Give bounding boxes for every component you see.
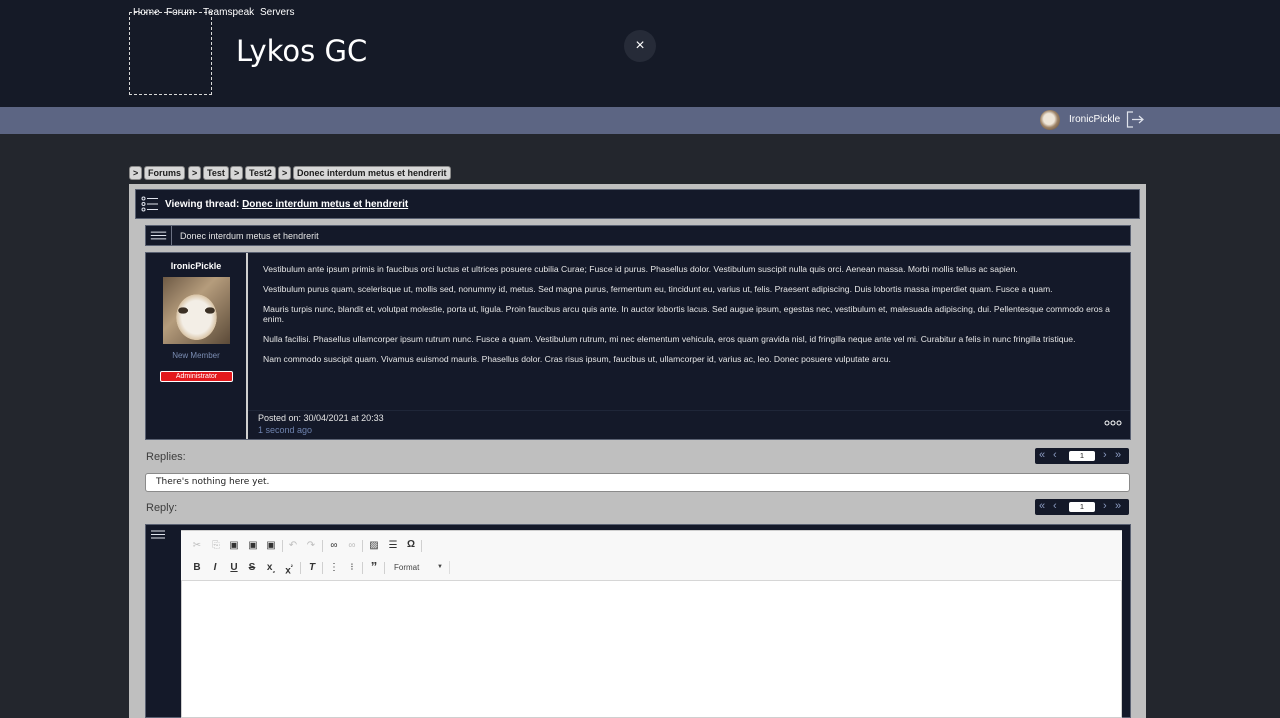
list-icon <box>141 196 158 212</box>
page-number-input[interactable]: 1 <box>1069 502 1095 512</box>
breadcrumb-separator: > <box>230 166 244 180</box>
copy-icon[interactable]: ⎘ <box>209 540 223 552</box>
toolbar-separator <box>322 540 323 552</box>
breadcrumb-test2[interactable]: Test2 <box>245 166 276 180</box>
breadcrumb-separator: > <box>129 166 143 180</box>
breadcrumb-forums[interactable]: Forums <box>144 166 186 180</box>
toolbar-separator <box>362 540 363 552</box>
post-paragraph: Mauris turpis nunc, blandit et, volutpat… <box>263 304 1110 324</box>
bullet-list-icon[interactable]: ⁝ <box>345 562 359 574</box>
redo-icon[interactable]: ↷ <box>304 540 318 552</box>
undo-icon[interactable]: ↶ <box>286 540 300 552</box>
user-avatar[interactable] <box>1040 110 1060 130</box>
breadcrumb-separator: > <box>278 166 292 180</box>
paste-text-icon[interactable]: ▣ <box>246 540 260 552</box>
reply-pagination: « ‹ 1 › » <box>1035 499 1129 515</box>
underline-icon[interactable]: U <box>227 562 241 574</box>
viewing-thread-label: Viewing thread: <box>165 199 240 210</box>
subscript-icon[interactable]: x₂ <box>264 562 278 578</box>
nav-item-forum[interactable]: Forum <box>166 7 195 18</box>
nav-item-home[interactable]: Home <box>133 7 160 18</box>
post-paragraph: Nulla facilisi. Phasellus ullamcorper ip… <box>263 334 1076 344</box>
menu-icon[interactable] <box>148 529 168 541</box>
prev-page-icon[interactable]: ‹ <box>1053 449 1057 462</box>
menu-icon[interactable] <box>146 226 172 245</box>
first-page-icon[interactable]: « <box>1039 500 1045 513</box>
post-paragraph: Nam commodo suscipit quam. Vivamus euism… <box>263 354 891 364</box>
next-page-icon[interactable]: › <box>1103 449 1107 462</box>
post-title: Donec interdum metus et hendrerit <box>180 231 319 241</box>
replies-empty-text: There's nothing here yet. <box>156 477 270 487</box>
page-number-input[interactable]: 1 <box>1069 451 1095 461</box>
thread-heading: Viewing thread: Donec interdum metus et … <box>165 199 408 210</box>
posted-ago: 1 second ago <box>258 425 313 435</box>
replies-pagination: « ‹ 1 › » <box>1035 448 1129 464</box>
toolbar-separator <box>384 562 385 574</box>
replies-empty-box <box>145 473 1130 492</box>
unlink-icon[interactable]: ∞ <box>345 540 359 552</box>
reply-label: Reply: <box>146 502 178 514</box>
site-logo[interactable] <box>129 12 212 95</box>
post-body: Vestibulum ante ipsum primis in faucibus… <box>263 264 1119 374</box>
format-select-label: Format <box>394 563 420 572</box>
first-page-icon[interactable]: « <box>1039 449 1045 462</box>
toolbar-separator <box>282 540 283 552</box>
more-options-icon[interactable] <box>1104 420 1122 426</box>
last-page-icon[interactable]: » <box>1115 500 1121 513</box>
remove-format-icon[interactable]: T <box>305 562 319 574</box>
nav-item-teamspeak[interactable]: Teamspeak <box>203 7 254 18</box>
nav-username[interactable]: IronicPickle <box>1069 114 1120 125</box>
format-select[interactable]: Format ▼ <box>388 561 450 574</box>
blockquote-icon[interactable]: ” <box>367 560 381 573</box>
special-char-icon[interactable]: Ω <box>404 539 418 551</box>
site-title: Lykos GC <box>236 34 368 68</box>
image-icon[interactable]: ▨ <box>367 540 381 552</box>
nav-item-servers[interactable]: Servers <box>260 7 294 18</box>
breadcrumb-current-thread[interactable]: Donec interdum metus et hendrerit <box>293 166 451 180</box>
breadcrumb-separator: > <box>188 166 202 180</box>
next-page-icon[interactable]: › <box>1103 500 1107 513</box>
breadcrumb-test[interactable]: Test <box>203 166 229 180</box>
prev-page-icon[interactable]: ‹ <box>1053 500 1057 513</box>
bold-icon[interactable]: B <box>190 562 204 574</box>
strikethrough-icon[interactable]: S <box>245 562 259 574</box>
toolbar-separator <box>421 540 422 552</box>
italic-icon[interactable]: I <box>208 562 222 574</box>
replies-label: Replies: <box>146 451 186 463</box>
toolbar-separator <box>300 562 301 574</box>
horizontal-rule-icon[interactable]: ☰ <box>386 540 400 552</box>
author-avatar[interactable] <box>163 277 230 344</box>
thread-title-link[interactable]: Donec interdum metus et hendrerit <box>242 199 408 210</box>
post-paragraph: Vestibulum purus quam, scelerisque ut, m… <box>263 284 1053 294</box>
last-page-icon[interactable]: » <box>1115 449 1121 462</box>
paste-icon[interactable]: ▣ <box>227 540 241 552</box>
superscript-icon[interactable]: x² <box>282 562 296 577</box>
role-badge: Administrator <box>160 371 233 382</box>
toolbar-separator <box>322 562 323 574</box>
paste-word-icon[interactable]: ▣ <box>264 540 278 552</box>
close-button[interactable]: × <box>624 30 656 62</box>
chevron-down-icon: ▼ <box>437 564 443 570</box>
post-paragraph: Vestibulum ante ipsum primis in faucibus… <box>263 264 1018 274</box>
author-rank: New Member <box>172 351 220 360</box>
logout-icon[interactable] <box>1126 111 1144 128</box>
link-icon[interactable]: ∞ <box>327 540 341 552</box>
posted-on: Posted on: 30/04/2021 at 20:33 <box>258 413 384 423</box>
numbered-list-icon[interactable]: ⋮ <box>327 562 341 574</box>
cut-icon[interactable]: ✂ <box>190 540 204 552</box>
author-name[interactable]: IronicPickle <box>145 261 247 271</box>
toolbar-separator <box>362 562 363 574</box>
